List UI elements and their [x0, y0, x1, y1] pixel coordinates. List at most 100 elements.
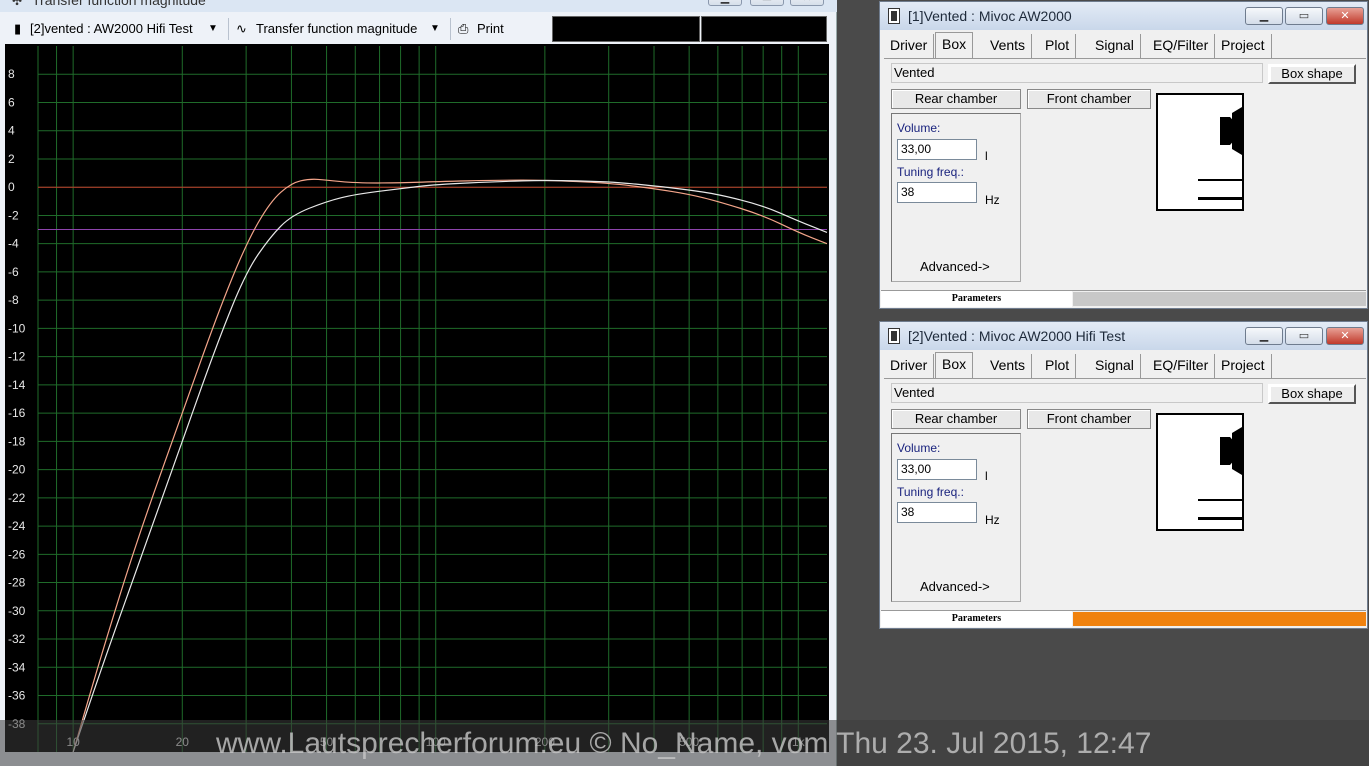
box-preview [1156, 93, 1244, 211]
tab-project[interactable]: Project [1215, 34, 1272, 58]
volume-input[interactable]: 33,00 [897, 459, 977, 480]
rear-chamber-panel: Volume: 33,00 l Tuning freq.: 38 Hz Adva… [891, 433, 1021, 602]
tab-box[interactable]: Box [935, 32, 974, 59]
y-tick-label: -24 [8, 519, 26, 533]
box-preview [1156, 413, 1244, 531]
status-bar: Parameters [881, 290, 1366, 307]
vent-bottom-line [1198, 197, 1242, 200]
box-type-field[interactable]: Vented [891, 63, 1263, 83]
tab-eq-filter[interactable]: EQ/Filter [1147, 34, 1216, 58]
driver-magnet-shape [1220, 117, 1230, 145]
tuning-freq-label: Tuning freq.: [897, 485, 964, 499]
series-line-1 [72, 178, 828, 752]
minimize-button[interactable]: ▁ [1245, 327, 1283, 345]
y-tick-label: -22 [8, 491, 26, 505]
tab-project[interactable]: Project [1215, 354, 1272, 378]
status-bar: Parameters [881, 610, 1366, 627]
y-tick-label: 0 [8, 180, 15, 194]
tab-driver[interactable]: Driver [884, 34, 935, 58]
minimize-button[interactable]: ▁ [1245, 7, 1283, 25]
rear-chamber-button[interactable]: Rear chamber [891, 89, 1021, 109]
chevron-down-icon[interactable]: ▼ [208, 18, 218, 40]
y-tick-label: -14 [8, 378, 26, 392]
readout-box-right [701, 16, 827, 42]
close-button[interactable]: ✕ [790, 0, 824, 6]
volume-label: Volume: [897, 441, 941, 455]
plot-area[interactable]: 8 6 4 2 0 -2 -4 -6 -8 -10 -12 -14 -16 -18 -20 -22 -24 -26… [5, 44, 829, 752]
y-tick-label: -18 [8, 434, 26, 448]
plot-window: ✣ Transfer function magnitude ▁ ▭ ✕ ▮ [2… [0, 0, 837, 766]
tuning-freq-input[interactable]: 38 [897, 502, 977, 523]
y-tick-label: -32 [8, 632, 26, 646]
y-tick-label: -8 [8, 293, 19, 307]
transfer-function-chart[interactable]: 8 6 4 2 0 -2 -4 -6 -8 -10 -12 -14 -16 -18 -20 -22 -24 -26… [5, 44, 829, 752]
watermark-text: www.Lautsprecherforum.eu © No_Name, vom … [216, 727, 1152, 760]
tab-signal[interactable]: Signal [1089, 354, 1141, 378]
tab-vents[interactable]: Vents [984, 354, 1033, 378]
rear-chamber-button[interactable]: Rear chamber [891, 409, 1021, 429]
curve-icon: ▮ [14, 21, 22, 36]
advanced-link[interactable]: Advanced-> [920, 259, 990, 274]
wave-icon: ∿ [236, 21, 247, 36]
tab-plot[interactable]: Plot [1039, 34, 1077, 58]
window-titlebar: [1]Vented : Mivoc AW2000 ▁ ▭ ✕ [880, 2, 1367, 30]
tuning-freq-unit: Hz [985, 193, 1000, 207]
plot-titlebar: ✣ Transfer function magnitude ▁ ▭ ✕ [0, 0, 837, 12]
tab-plot[interactable]: Plot [1039, 354, 1077, 378]
volume-label: Volume: [897, 121, 941, 135]
box-type-field[interactable]: Vented [891, 383, 1263, 403]
window-titlebar: [2]Vented : Mivoc AW2000 Hifi Test ▁ ▭ ✕ [880, 322, 1367, 350]
close-button[interactable]: ✕ [1326, 7, 1364, 25]
curve-select[interactable]: [2]vented : AW2000 Hifi Test [30, 18, 193, 40]
status-label: Parameters [881, 291, 1072, 307]
tab-driver[interactable]: Driver [884, 354, 935, 378]
plot-type-select[interactable]: Transfer function magnitude [256, 18, 417, 40]
y-tick-label: -36 [8, 689, 26, 703]
y-tick-label: -10 [8, 321, 26, 335]
box-diagram [1198, 107, 1242, 200]
box-shape-button[interactable]: Box shape [1268, 384, 1356, 404]
tab-bar: Driver Box Vents Plot Signal EQ/Filter Project [884, 32, 1364, 59]
driver-magnet-shape [1220, 437, 1230, 465]
y-tick-label: -30 [8, 604, 26, 618]
tab-bar: Driver Box Vents Plot Signal EQ/Filter Project [884, 352, 1364, 379]
volume-unit: l [985, 469, 988, 483]
toolbar-separator [228, 18, 229, 40]
pin-icon[interactable]: ✣ [12, 0, 22, 8]
rear-chamber-panel: Volume: 33,00 l Tuning freq.: 38 Hz Adva… [891, 113, 1021, 282]
driver-cone-shape [1230, 107, 1242, 155]
y-tick-label: 6 [8, 95, 15, 109]
advanced-link[interactable]: Advanced-> [920, 579, 990, 594]
tab-signal[interactable]: Signal [1089, 34, 1141, 58]
tuning-freq-unit: Hz [985, 513, 1000, 527]
y-tick-label: -20 [8, 463, 26, 477]
tuning-freq-input[interactable]: 38 [897, 182, 977, 203]
minimize-button[interactable]: ▁ [708, 0, 742, 6]
volume-input[interactable]: 33,00 [897, 139, 977, 160]
vent-bottom-line [1198, 517, 1242, 520]
close-button[interactable]: ✕ [1326, 327, 1364, 345]
front-chamber-button[interactable]: Front chamber [1027, 409, 1151, 429]
tab-vents[interactable]: Vents [984, 34, 1033, 58]
y-tick-label: -16 [8, 406, 26, 420]
y-tick-label: -34 [8, 660, 26, 674]
maximize-button[interactable]: ▭ [1285, 7, 1323, 25]
printer-icon[interactable]: ⎙ [458, 18, 468, 40]
print-button[interactable]: Print [477, 18, 504, 40]
y-tick-label: -4 [8, 237, 19, 251]
box-diagram [1198, 427, 1242, 520]
readout-box-left [552, 16, 700, 42]
series-line-2 [72, 179, 828, 752]
front-chamber-button[interactable]: Front chamber [1027, 89, 1151, 109]
status-progress-bar [1073, 612, 1366, 626]
maximize-button[interactable]: ▭ [1285, 327, 1323, 345]
box-tab-panel: Vented Box shape Rear chamber Front cham… [884, 58, 1366, 289]
tab-box[interactable]: Box [935, 352, 974, 379]
box-shape-button[interactable]: Box shape [1268, 64, 1356, 84]
toolbar-separator [450, 18, 451, 40]
tab-eq-filter[interactable]: EQ/Filter [1147, 354, 1216, 378]
tuning-freq-label: Tuning freq.: [897, 165, 964, 179]
chevron-down-icon[interactable]: ▼ [430, 18, 440, 40]
maximize-button[interactable]: ▭ [750, 0, 784, 6]
app-icon [888, 8, 900, 24]
